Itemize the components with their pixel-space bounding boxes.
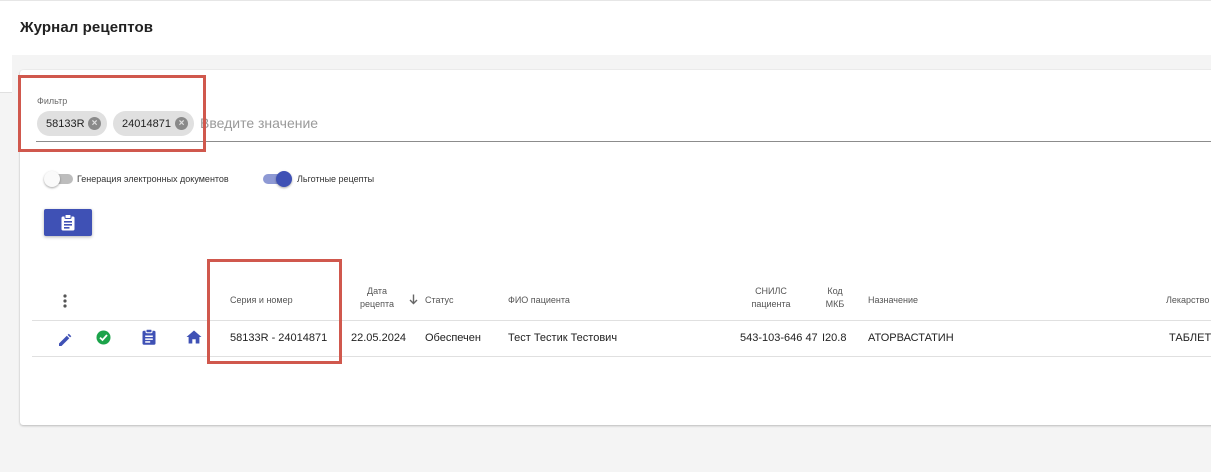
- clipboard-action-button[interactable]: [44, 209, 92, 236]
- column-header-purpose[interactable]: Назначение: [868, 294, 918, 307]
- home-icon[interactable]: [186, 330, 202, 344]
- toggle-preferential-recipes[interactable]: [263, 171, 292, 187]
- check-circle-icon[interactable]: [96, 330, 111, 345]
- cell-snils: 543-103-646 47: [740, 332, 818, 344]
- cell-purpose: АТОРВАСТАТИН: [868, 332, 954, 344]
- top-bar: Журнал рецептов: [0, 0, 1211, 55]
- edit-icon[interactable]: [57, 332, 73, 348]
- cell-patient: Тест Тестик Тестович: [508, 332, 618, 344]
- toggle-electronic-docs-label: Генерация электронных документов: [77, 174, 229, 184]
- clipboard-icon[interactable]: [142, 329, 156, 345]
- toggle-preferential-recipes-label: Льготные рецепты: [297, 174, 375, 184]
- column-header-status[interactable]: Статус: [425, 294, 453, 307]
- cell-mkb: I20.8: [822, 332, 847, 344]
- column-header-drug[interactable]: Лекарство: [1166, 294, 1209, 307]
- filter-input[interactable]: [200, 113, 600, 133]
- sort-arrow-down-icon[interactable]: [409, 294, 418, 305]
- column-header-mkb[interactable]: Код МКБ: [822, 285, 848, 311]
- column-header-snils[interactable]: СНИЛС пациента: [748, 285, 794, 311]
- more-vert-icon[interactable]: [60, 293, 70, 309]
- clipboard-icon: [61, 214, 75, 231]
- cell-status: Обеспечен: [425, 332, 481, 344]
- column-header-date[interactable]: Дата рецепта: [355, 285, 399, 311]
- cell-drug: ТАБЛЕТКИ: [1169, 332, 1211, 344]
- column-header-patient[interactable]: ФИО пациента: [508, 294, 570, 307]
- page-title: Журнал рецептов: [20, 19, 154, 36]
- toggle-electronic-docs[interactable]: [44, 171, 73, 187]
- filter-underline: [36, 141, 1211, 142]
- highlight-box-series: [207, 259, 342, 364]
- left-panel-edge: [0, 54, 12, 93]
- cell-date: 22.05.2024: [351, 332, 407, 344]
- highlight-box-filter: [18, 75, 206, 152]
